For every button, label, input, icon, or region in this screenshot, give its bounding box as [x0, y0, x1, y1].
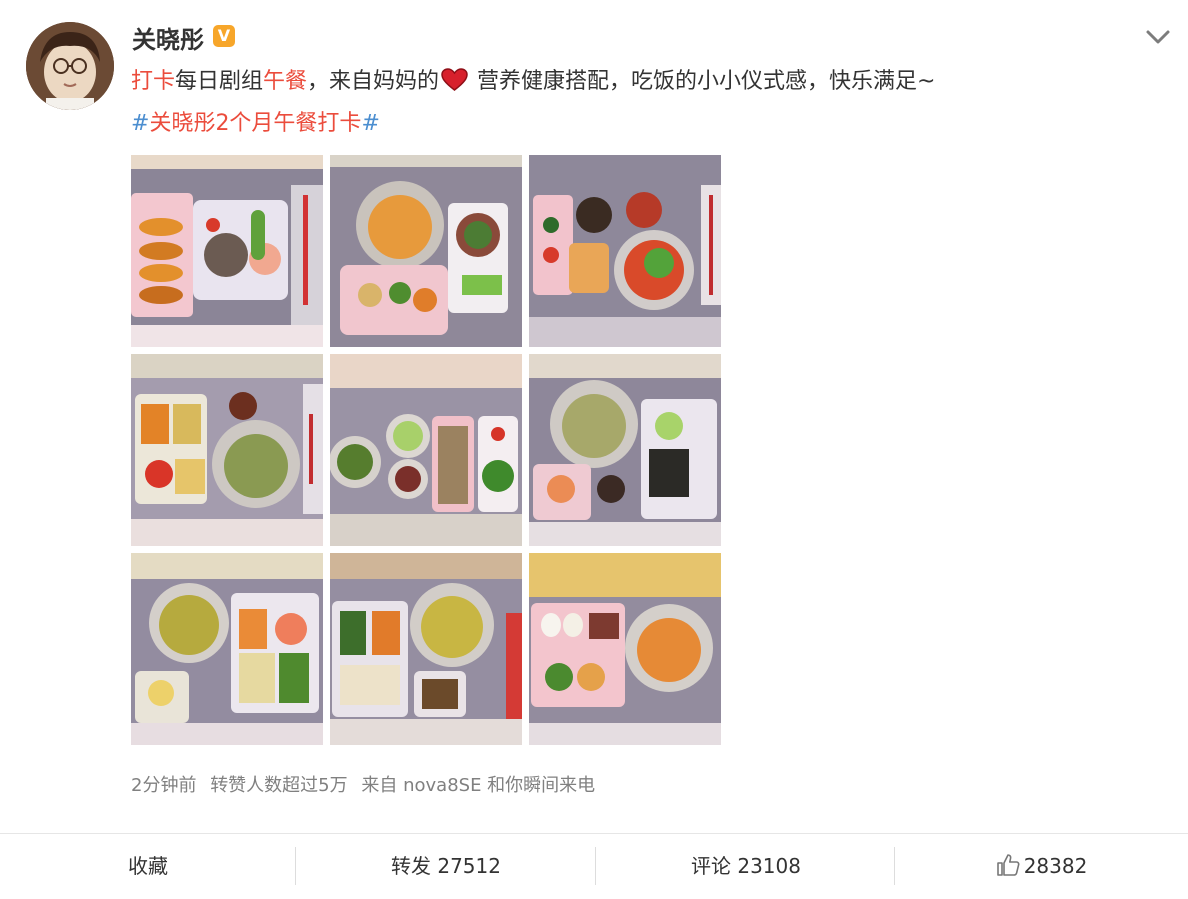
post-meta: 2分钟前 转赞人数超过5万 来自 nova8SE 和你瞬间来电 [131, 771, 603, 797]
hash-symbol: # [361, 111, 380, 136]
topic-text: 关晓彤2个月午餐打卡 [149, 111, 362, 136]
post-source[interactable]: 来自 nova8SE 和你瞬间来电 [361, 775, 595, 796]
post-text-segment: 午餐 [263, 69, 308, 94]
repost-button[interactable]: 转发 27512 [296, 834, 596, 899]
photo-thumbnail[interactable] [529, 155, 721, 347]
favorite-button[interactable]: 收藏 [0, 834, 296, 899]
post-text-segment: 打卡 [131, 69, 176, 94]
photo-thumbnail[interactable] [529, 553, 721, 745]
photo-thumbnail[interactable] [131, 553, 323, 745]
post-time[interactable]: 2分钟前 [131, 775, 196, 796]
post-text-segment: ，来自妈妈的 [307, 69, 440, 94]
post-text: 打卡每日剧组午餐，来自妈妈的 营养健康搭配，吃饭的小小仪式感，快乐满足~ [131, 64, 936, 100]
photo-thumbnail[interactable] [330, 155, 522, 347]
favorite-label: 收藏 [128, 854, 168, 878]
topic-hashtag[interactable]: #关晓彤2个月午餐打卡# [131, 106, 380, 142]
hash-symbol: # [131, 111, 150, 136]
heart-icon [441, 68, 468, 91]
comment-count: 23108 [737, 854, 801, 878]
like-button[interactable]: 28382 [895, 834, 1188, 899]
action-bar: 收藏 转发 27512 评论 23108 28382 [0, 834, 1188, 899]
weibo-post: 关晓彤 V 打卡每日剧组午餐，来自妈妈的 营养健康搭配，吃饭的小小仪式感，快乐满… [0, 0, 1188, 899]
verified-badge-icon: V [213, 25, 235, 47]
thumbs-up-icon [996, 854, 1020, 876]
photo-thumbnail[interactable] [330, 354, 522, 546]
photo-thumbnail[interactable] [529, 354, 721, 546]
comment-button[interactable]: 评论 23108 [596, 834, 896, 899]
post-text-segment: 营养健康搭配，吃饭的小小仪式感，快乐满足~ [470, 69, 936, 94]
photo-grid [131, 155, 721, 745]
like-count: 28382 [1023, 854, 1088, 878]
reposts-note: 转赞人数超过5万 [210, 775, 348, 796]
username[interactable]: 关晓彤 [132, 20, 204, 55]
avatar[interactable] [26, 22, 114, 110]
photo-thumbnail[interactable] [330, 553, 522, 745]
photo-thumbnail[interactable] [131, 155, 323, 347]
repost-label: 转发 [391, 854, 431, 878]
repost-count: 27512 [437, 854, 501, 878]
photo-thumbnail[interactable] [131, 354, 323, 546]
post-text-segment: 每日剧组 [175, 69, 264, 94]
comment-label: 评论 [691, 854, 731, 878]
chevron-down-icon[interactable] [1143, 26, 1173, 48]
